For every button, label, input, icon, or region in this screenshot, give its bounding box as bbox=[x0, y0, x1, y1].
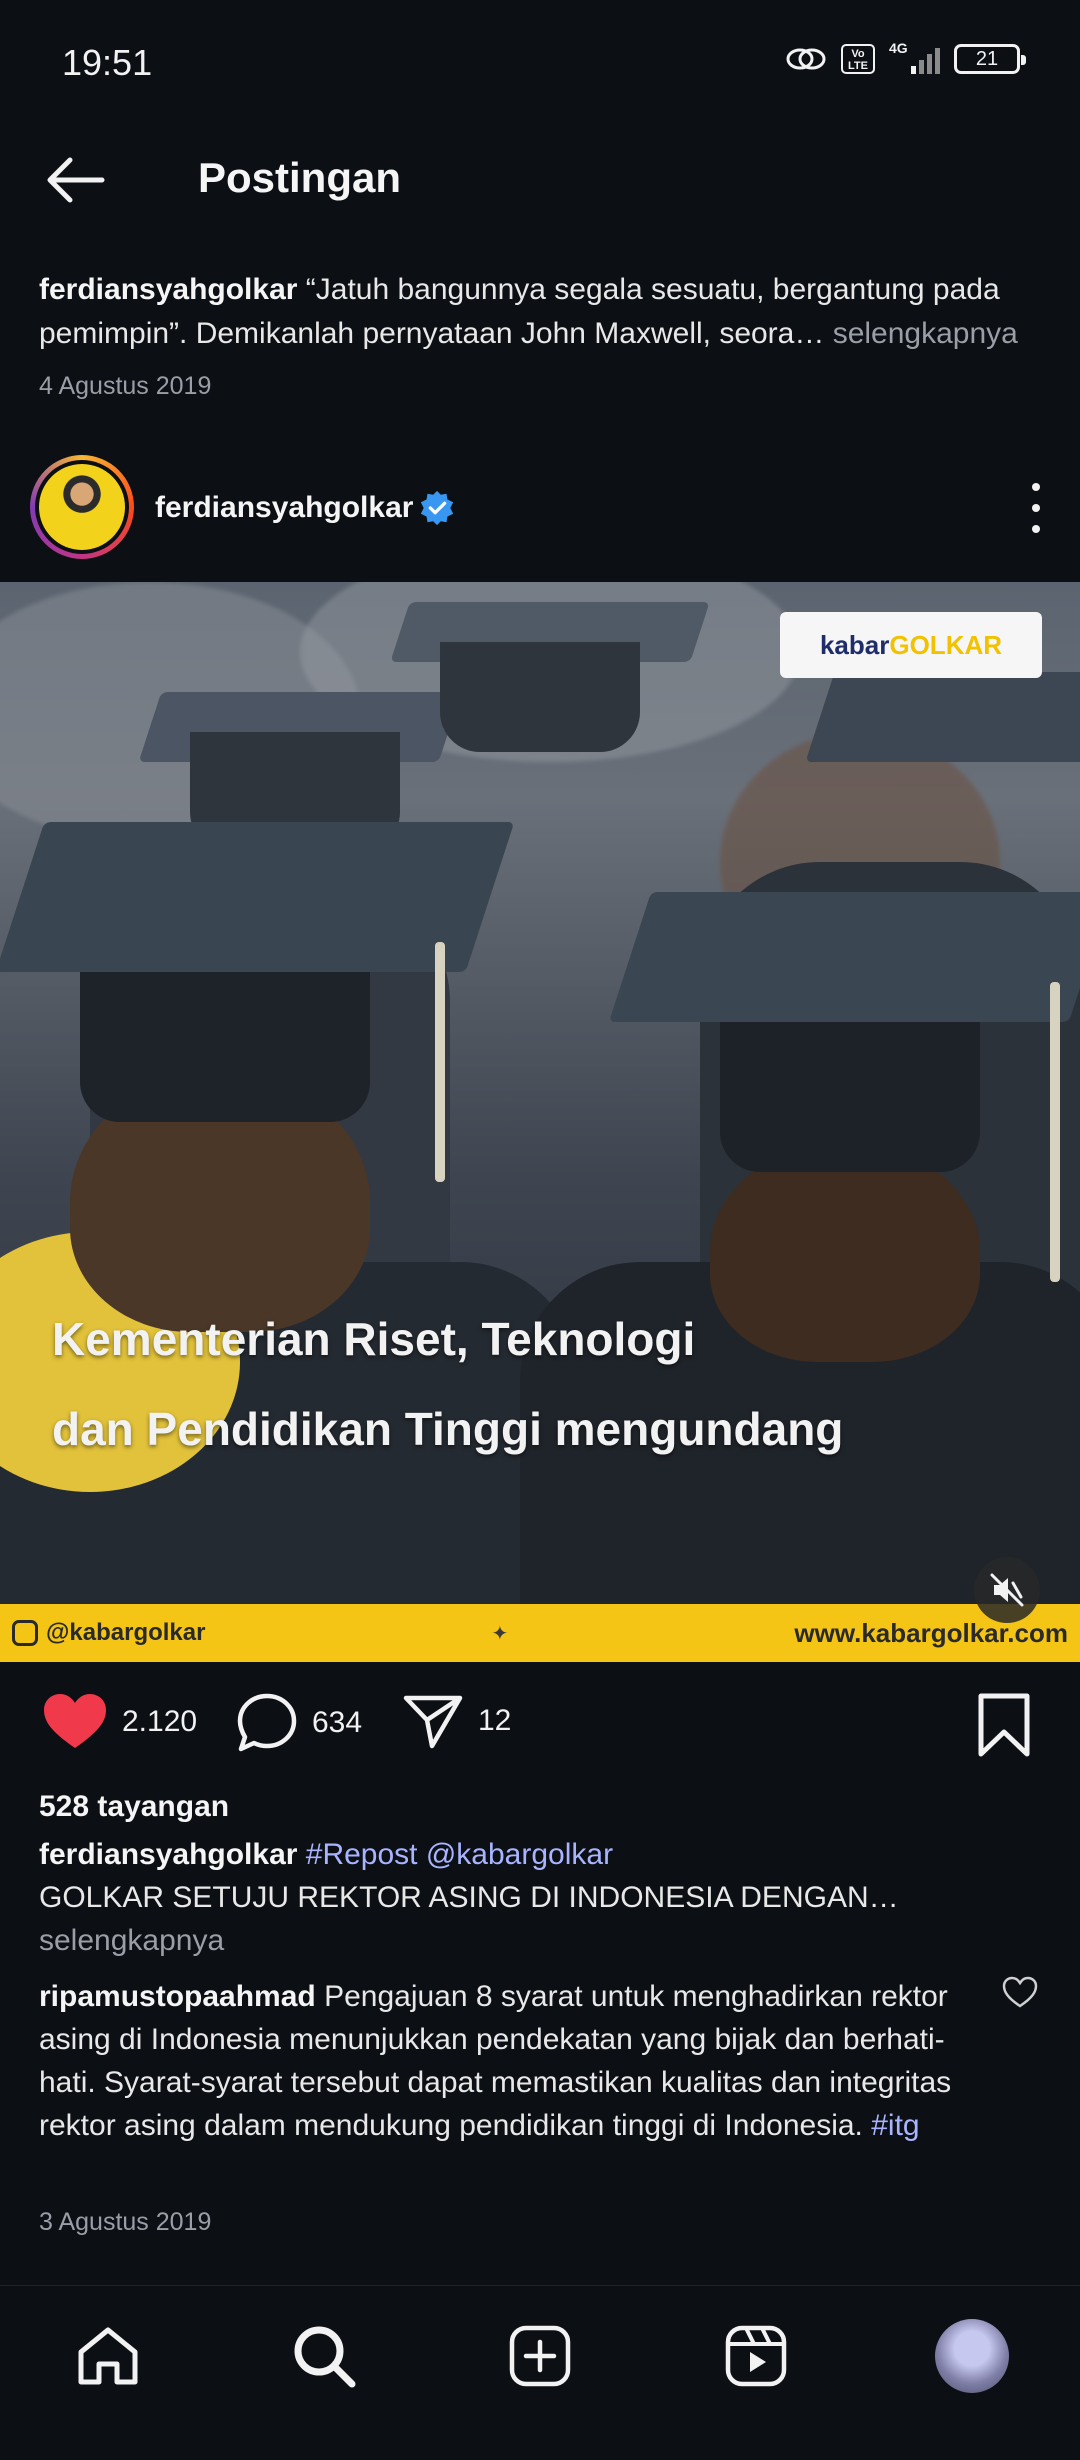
comment-count: 634 bbox=[312, 1706, 363, 1739]
previous-caption-username[interactable]: ferdiansyahgolkar bbox=[39, 273, 297, 306]
nav-profile[interactable] bbox=[932, 2316, 1012, 2396]
instagram-icon bbox=[12, 1620, 38, 1646]
more-options-icon[interactable] bbox=[1026, 483, 1046, 533]
media-footer-site: www.kabargolkar.com bbox=[794, 1617, 1068, 1648]
status-icons: Vo LTE 4G 21 bbox=[785, 40, 1026, 74]
top-header: Postingan bbox=[0, 130, 1080, 230]
like-count: 2.120 bbox=[122, 1705, 198, 1738]
comment-heart-icon[interactable] bbox=[1002, 1975, 1038, 2011]
mute-icon[interactable] bbox=[974, 1557, 1040, 1623]
status-time: 19:51 bbox=[62, 42, 153, 83]
comment-icon[interactable] bbox=[236, 1692, 298, 1754]
caption-more-link[interactable]: selengkapnya bbox=[39, 1919, 1039, 1962]
share-icon[interactable] bbox=[402, 1692, 464, 1750]
reels-icon[interactable] bbox=[724, 2324, 788, 2388]
verified-badge-icon bbox=[420, 490, 454, 526]
post-media[interactable]: kabar GOLKAR Kementerian Riset, Teknologi… bbox=[0, 582, 1080, 1662]
volte-icon: Vo LTE bbox=[841, 44, 875, 74]
previous-caption-more-link[interactable]: selengkapnya bbox=[824, 317, 1018, 350]
logo-kabar-text: kabar bbox=[819, 629, 890, 660]
nav-search[interactable] bbox=[284, 2316, 364, 2396]
kabar-golkar-logo: kabar GOLKAR bbox=[780, 612, 1042, 678]
bookmark-icon[interactable] bbox=[976, 1692, 1032, 1758]
caption-repost-tag[interactable]: #Repost @kabargolkar bbox=[297, 1838, 613, 1871]
page-title: Postingan bbox=[198, 154, 402, 201]
caption-username[interactable]: ferdiansyahgolkar bbox=[39, 1838, 297, 1871]
heart-icon[interactable] bbox=[42, 1692, 108, 1752]
home-icon[interactable] bbox=[75, 2324, 141, 2388]
battery-icon: 21 bbox=[954, 44, 1026, 74]
media-headline-line2: dan Pendidikan Tinggi mengundang bbox=[52, 1403, 844, 1455]
nav-home[interactable] bbox=[68, 2316, 148, 2396]
create-icon[interactable] bbox=[508, 2324, 572, 2388]
previous-post-caption[interactable]: ferdiansyahgolkar “Jatuh bangunnya segal… bbox=[39, 268, 1049, 356]
back-arrow-icon[interactable] bbox=[40, 150, 110, 210]
comment-item: ripamustopaahmad Pengajuan 8 syarat untu… bbox=[39, 1975, 989, 2147]
search-icon[interactable] bbox=[291, 2323, 357, 2389]
logo-golkar-text: GOLKAR bbox=[889, 629, 1003, 660]
comment-username[interactable]: ripamustopaahmad bbox=[39, 1980, 316, 2013]
post-caption: ferdiansyahgolkar #Repost @kabargolkar G… bbox=[39, 1833, 1039, 1962]
post-actions: 2.120 634 12 bbox=[0, 1692, 1080, 1762]
post-avatar[interactable] bbox=[30, 455, 134, 559]
nav-reels[interactable] bbox=[716, 2316, 796, 2396]
signal-icon: 4G bbox=[889, 40, 940, 74]
post-username[interactable]: ferdiansyahgolkar bbox=[155, 491, 413, 525]
media-footer-handle: @kabargolkar bbox=[46, 1619, 206, 1646]
caption-text: GOLKAR SETUJU REKTOR ASING DI INDONESIA … bbox=[39, 1881, 899, 1914]
media-headline-line1: Kementerian Riset, Teknologi bbox=[52, 1313, 696, 1365]
share-count: 12 bbox=[478, 1704, 512, 1737]
profile-avatar[interactable] bbox=[935, 2319, 1009, 2393]
nav-create[interactable] bbox=[500, 2316, 580, 2396]
comment-hashtag[interactable]: #itg bbox=[871, 2109, 919, 2142]
comment-action[interactable]: 634 bbox=[236, 1692, 362, 1754]
network-type: 4G bbox=[889, 40, 908, 56]
bottom-navigation bbox=[0, 2285, 1080, 2460]
link-icon bbox=[786, 48, 826, 70]
like-action[interactable]: 2.120 bbox=[42, 1692, 197, 1752]
post-date: 3 Agustus 2019 bbox=[39, 2208, 212, 2236]
media-footer-strip: @kabargolkar ✦ www.kabargolkar.com bbox=[0, 1604, 1080, 1662]
view-count: 528 tayangan bbox=[39, 1790, 230, 1823]
previous-post-date: 4 Agustus 2019 bbox=[39, 372, 212, 400]
golkar-mark-icon: ✦ bbox=[491, 1622, 509, 1645]
post-header: ferdiansyahgolkar bbox=[0, 455, 1080, 565]
share-action[interactable]: 12 bbox=[402, 1692, 511, 1750]
status-bar: 19:51 Vo LTE 4G 21 bbox=[0, 0, 1080, 130]
